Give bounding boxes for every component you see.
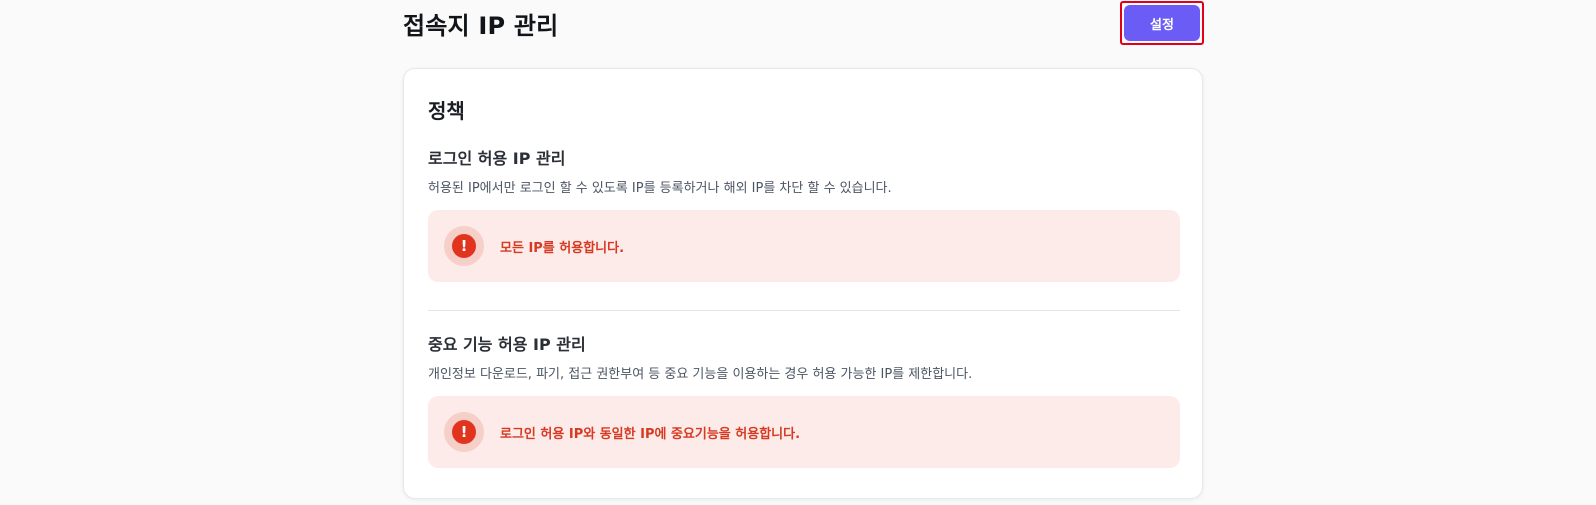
critical-feature-ip-alert: ! 로그인 허용 IP와 동일한 IP에 중요기능을 허용합니다. — [428, 396, 1180, 468]
login-ip-alert: ! 모든 IP를 허용합니다. — [428, 210, 1180, 282]
page-title: 접속지 IP 관리 — [403, 12, 559, 40]
login-ip-section-description: 허용된 IP에서만 로그인 할 수 있도록 IP를 등록하거나 해외 IP를 차… — [428, 181, 892, 196]
alert-icon-ring: ! — [444, 412, 484, 452]
critical-feature-ip-alert-text: 로그인 허용 IP와 동일한 IP에 중요기능을 허용합니다. — [500, 426, 801, 442]
page: 접속지 IP 관리 설정 정책 로그인 허용 IP 관리 허용된 IP에서만 로… — [0, 0, 1596, 505]
critical-feature-ip-section-title: 중요 기능 허용 IP 관리 — [428, 335, 586, 354]
alert-icon-ring: ! — [444, 226, 484, 266]
page-header: 접속지 IP 관리 설정 — [403, 0, 1204, 50]
login-ip-section-title: 로그인 허용 IP 관리 — [428, 149, 566, 168]
settings-button[interactable]: 설정 — [1124, 5, 1200, 41]
login-ip-alert-text: 모든 IP를 허용합니다. — [500, 240, 625, 256]
exclamation-icon: ! — [452, 234, 476, 258]
settings-button-highlight: 설정 — [1120, 1, 1204, 45]
policy-card: 정책 로그인 허용 IP 관리 허용된 IP에서만 로그인 할 수 있도록 IP… — [403, 68, 1203, 499]
critical-feature-ip-section-description: 개인정보 다운로드, 파기, 접근 권한부여 등 중요 기능을 이용하는 경우 … — [428, 367, 973, 382]
policy-title: 정책 — [428, 99, 465, 123]
section-divider — [428, 310, 1180, 311]
exclamation-icon: ! — [452, 420, 476, 444]
